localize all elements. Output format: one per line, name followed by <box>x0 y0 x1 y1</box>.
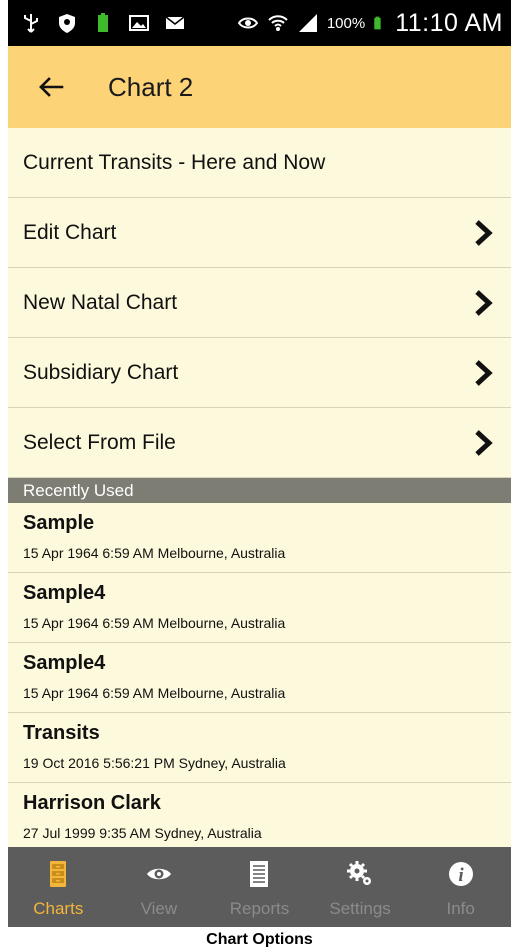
recent-chart-item[interactable]: Sample 15 Apr 1964 6:59 AM Melbourne, Au… <box>8 503 511 573</box>
menu-item-current-transits[interactable]: Current Transits - Here and Now <box>8 128 511 198</box>
shield-icon <box>59 14 75 33</box>
page-title: Chart 2 <box>108 71 194 102</box>
recent-chart-item[interactable]: Sample4 15 Apr 1964 6:59 AM Melbourne, A… <box>8 573 511 643</box>
status-bar: 100% 11:10 AM <box>8 0 511 46</box>
menu-item-edit-chart[interactable]: Edit Chart <box>8 198 511 268</box>
nav-label: Reports <box>229 899 290 918</box>
chevron-right-icon <box>475 359 493 386</box>
signal-icon <box>298 14 317 32</box>
recent-chart-detail: 15 Apr 1964 6:59 AM Melbourne, Australia <box>23 685 286 701</box>
recent-chart-item[interactable]: Harrison Clark 27 Jul 1999 9:35 AM Sydne… <box>8 783 511 847</box>
chevron-right-icon <box>475 429 493 456</box>
app-toolbar: Chart 2 <box>8 46 511 128</box>
recent-chart-name: Sample <box>23 512 95 534</box>
nav-label: Settings <box>329 899 391 918</box>
nav-label: View <box>140 899 178 918</box>
mail-icon <box>165 16 185 29</box>
menu-item-label: Subsidiary Chart <box>23 360 179 384</box>
recent-chart-name: Harrison Clark <box>23 792 161 814</box>
usb-icon <box>24 14 38 33</box>
recent-chart-detail: 15 Apr 1964 6:59 AM Melbourne, Australia <box>23 615 286 631</box>
image-icon <box>129 15 149 31</box>
recent-chart-detail: 15 Apr 1964 6:59 AM Melbourne, Australia <box>23 545 286 561</box>
nav-tab-reports[interactable]: Reports <box>209 847 310 927</box>
menu-item-subsidiary-chart[interactable]: Subsidiary Chart <box>8 338 511 408</box>
recent-chart-name: Sample4 <box>23 582 106 604</box>
wifi-icon <box>268 15 288 31</box>
chevron-right-icon <box>475 289 493 316</box>
menu-item-label: New Natal Chart <box>23 290 178 314</box>
chevron-right-icon <box>475 219 493 246</box>
recent-chart-item[interactable]: Transits 19 Oct 2016 5:56:21 PM Sydney, … <box>8 713 511 783</box>
recently-used-header: Recently Used <box>8 478 511 503</box>
info-icon: i <box>448 862 473 886</box>
nav-tab-charts[interactable]: Charts <box>8 847 109 927</box>
menu-item-select-from-file[interactable]: Select From File <box>8 408 511 478</box>
recent-chart-name: Transits <box>23 722 100 744</box>
battery-mini-icon <box>98 13 108 32</box>
figure-caption: Chart Options <box>206 931 313 947</box>
nav-label: Info <box>446 899 475 918</box>
document-icon <box>250 861 269 887</box>
file-cabinet-icon <box>50 861 67 887</box>
menu-item-label: Current Transits - Here and Now <box>23 150 326 174</box>
recent-chart-detail: 19 Oct 2016 5:56:21 PM Sydney, Australia <box>23 755 286 771</box>
recent-chart-item[interactable]: Sample4 15 Apr 1964 6:59 AM Melbourne, A… <box>8 643 511 713</box>
menu-item-new-natal-chart[interactable]: New Natal Chart <box>8 268 511 338</box>
nav-tab-view[interactable]: View <box>109 847 210 927</box>
eye-icon <box>146 868 171 880</box>
nav-tab-settings[interactable]: Settings <box>310 847 411 927</box>
gears-icon <box>347 861 372 885</box>
chart-options-list: Current Transits - Here and Now Edit Cha… <box>8 128 511 847</box>
recent-chart-detail: 27 Jul 1999 9:35 AM Sydney, Australia <box>23 825 262 841</box>
clock: 11:10 AM <box>395 8 503 37</box>
battery-percent: 100% <box>326 14 366 32</box>
arrow-left-icon[interactable] <box>36 72 66 102</box>
bottom-nav: Charts View Reports Settings i Info <box>8 847 511 927</box>
svg-text:i: i <box>458 865 464 886</box>
battery-icon <box>374 16 381 30</box>
eye-icon <box>237 17 259 29</box>
recent-chart-name: Sample4 <box>23 652 106 674</box>
menu-item-label: Select From File <box>23 430 176 454</box>
nav-label: Charts <box>33 899 84 918</box>
menu-item-label: Edit Chart <box>23 220 117 244</box>
nav-tab-info[interactable]: i Info <box>410 847 511 927</box>
